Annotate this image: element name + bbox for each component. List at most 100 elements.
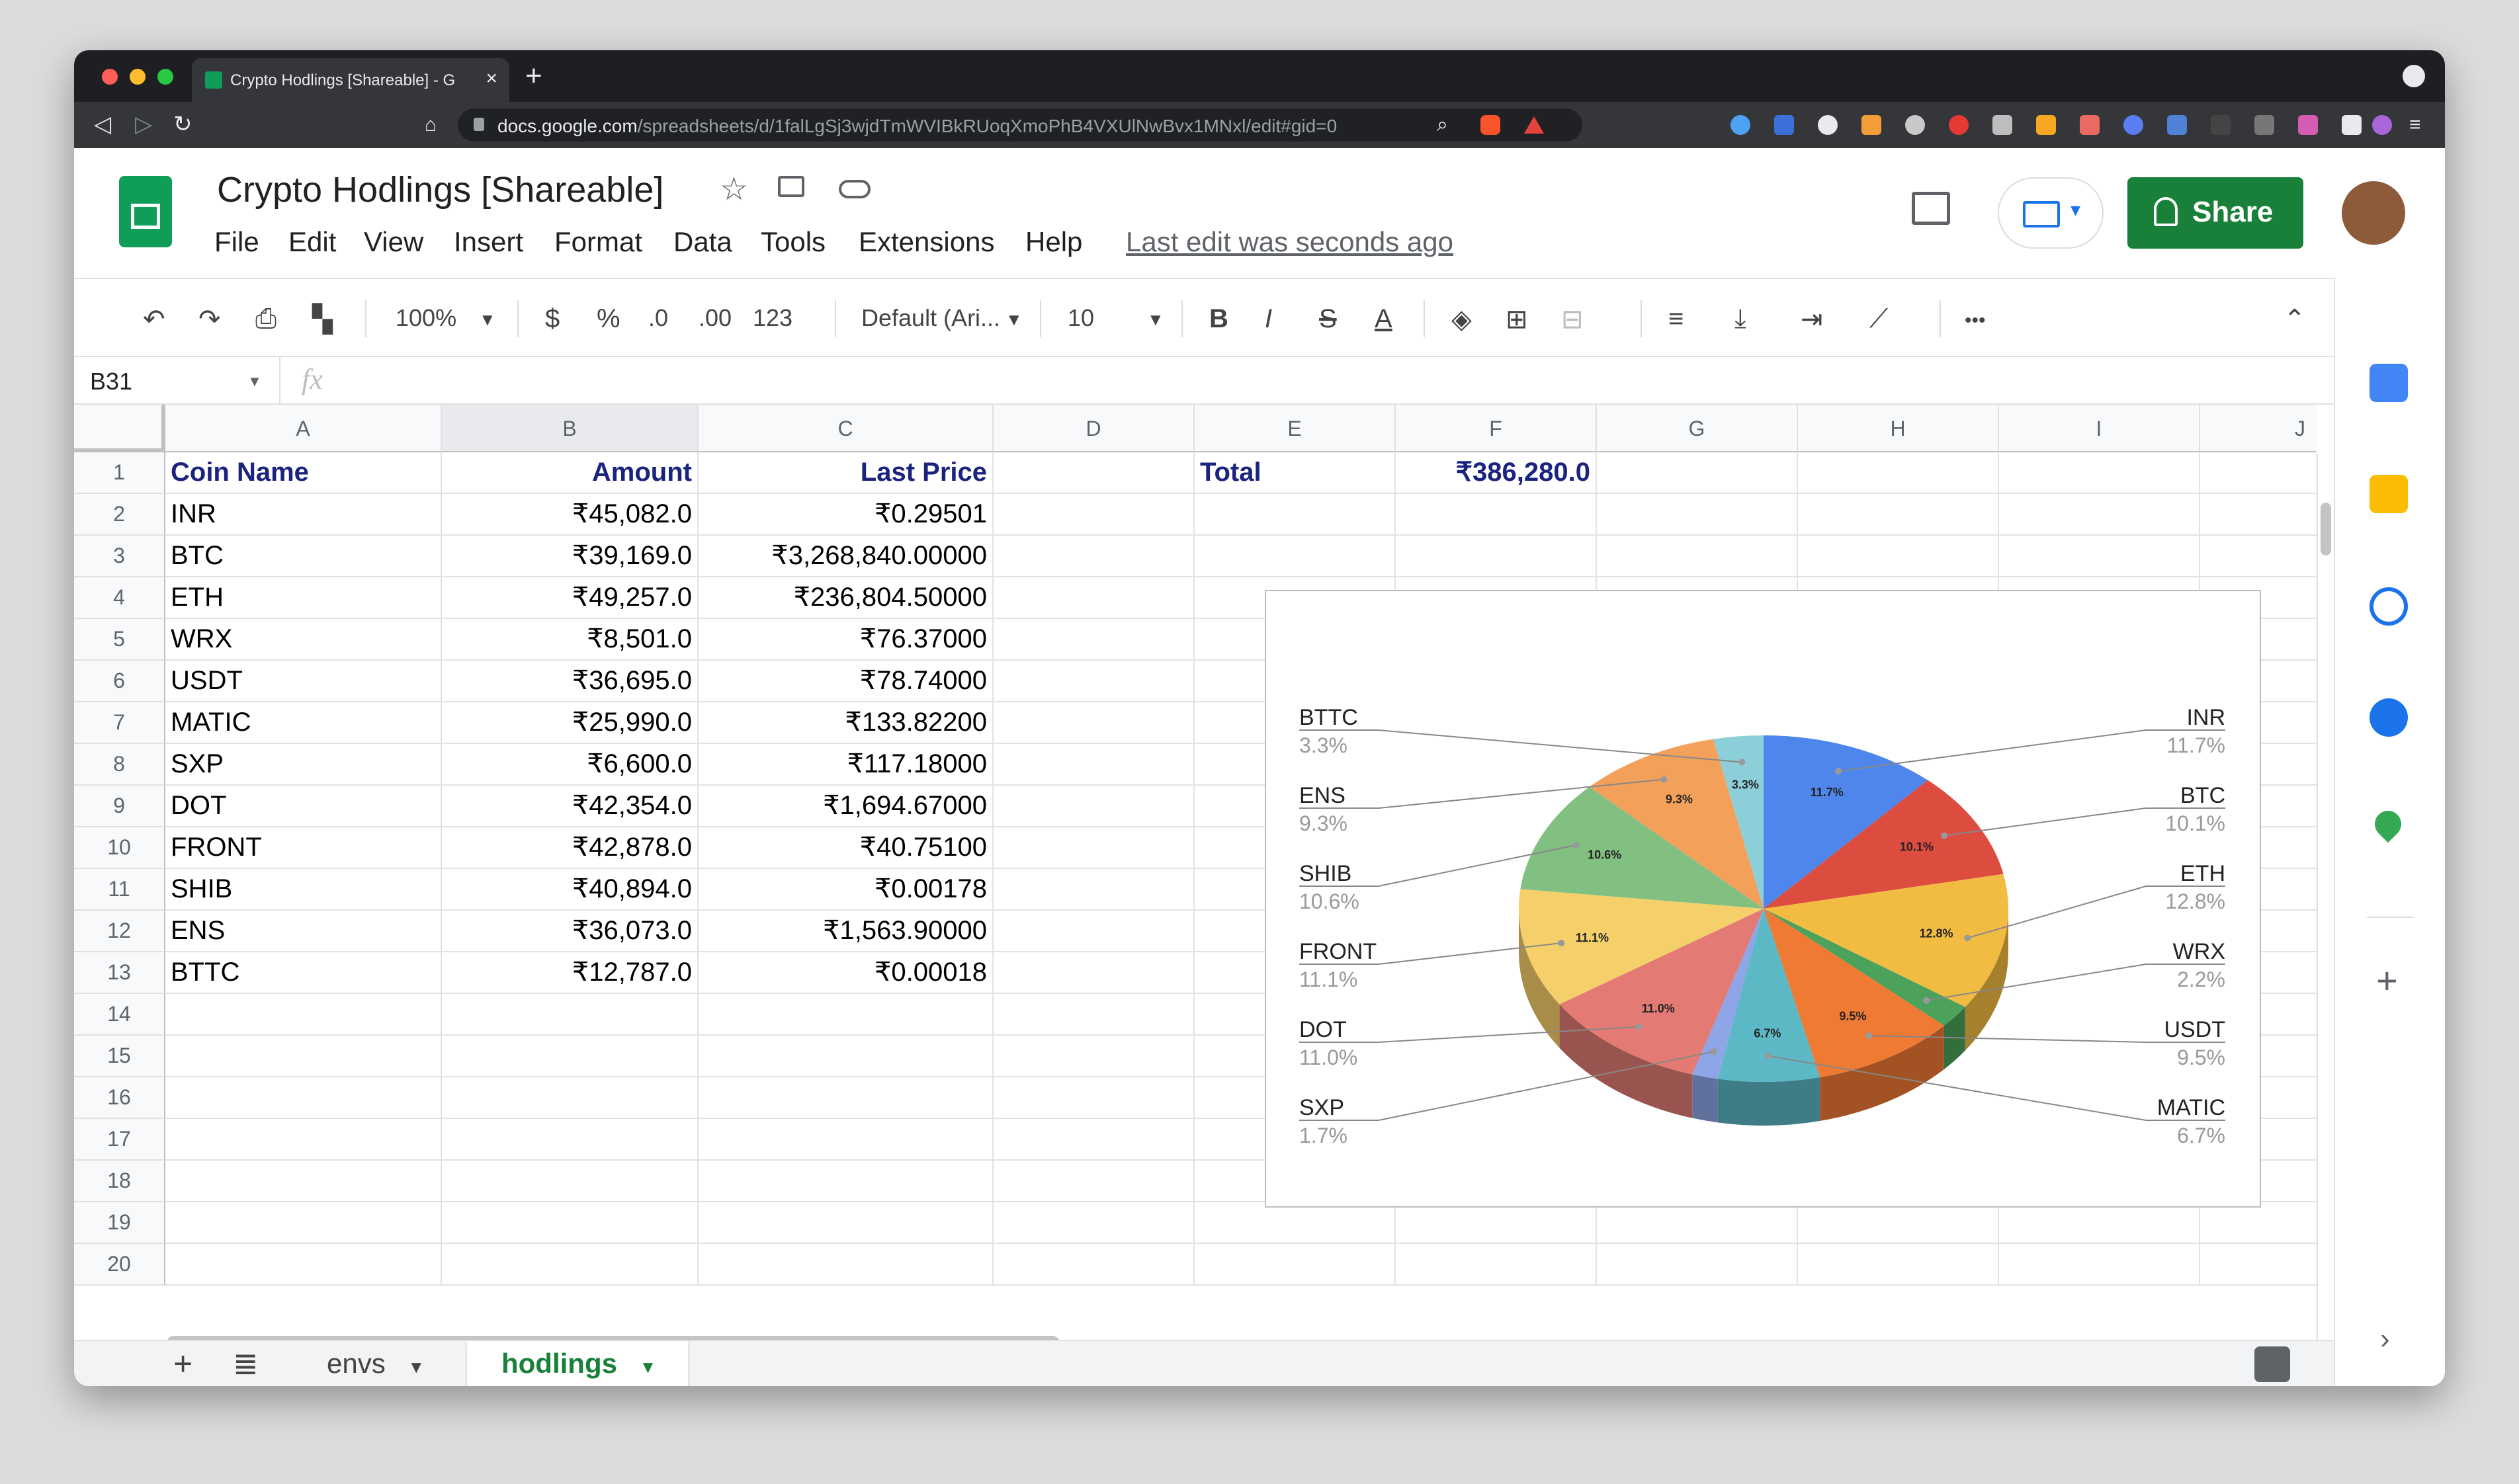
horizontal-align-icon[interactable]: ≡ <box>1668 304 1684 334</box>
price-cell[interactable]: ₹0.29501 <box>699 494 994 536</box>
price-cell[interactable]: ₹3,268,840.00000 <box>699 536 994 577</box>
cell[interactable] <box>1999 494 2200 536</box>
row-header-4[interactable]: 4 <box>74 577 165 619</box>
amount-cell[interactable]: ₹8,501.0 <box>442 619 699 661</box>
text-rotation-icon[interactable]: ⟋ <box>1869 304 1888 334</box>
price-cell[interactable]: ₹117.18000 <box>699 744 994 786</box>
cell[interactable] <box>1999 536 2200 577</box>
tab-search-icon[interactable] <box>2403 65 2425 87</box>
coin-name-cell[interactable]: SHIB <box>165 869 442 911</box>
cell[interactable] <box>994 994 1195 1036</box>
row-header-11[interactable]: 11 <box>74 869 165 911</box>
extension-12-icon[interactable] <box>2211 115 2231 135</box>
cell[interactable] <box>994 869 1195 911</box>
forward-icon[interactable]: ▷ <box>135 111 152 138</box>
amount-cell[interactable]: ₹49,257.0 <box>442 577 699 619</box>
merge-cells-icon[interactable]: ⊟ <box>1561 304 1584 335</box>
coin-name-cell[interactable]: MATIC <box>165 702 442 744</box>
cell[interactable] <box>165 1077 442 1119</box>
cell[interactable] <box>165 1161 442 1202</box>
font-chevron-icon[interactable]: ▼ <box>1005 309 1023 330</box>
cell[interactable] <box>994 1161 1195 1202</box>
zoom-window-button[interactable] <box>157 69 173 85</box>
font-family-select[interactable]: Default (Ari... <box>861 304 1000 332</box>
menu-edit[interactable]: Edit <box>288 226 336 258</box>
cell[interactable] <box>1798 1244 1999 1286</box>
redo-icon[interactable]: ↷ <box>198 304 221 335</box>
cell[interactable] <box>994 911 1195 952</box>
amount-cell[interactable]: ₹39,169.0 <box>442 536 699 577</box>
coin-name-cell[interactable]: ETH <box>165 577 442 619</box>
cell[interactable] <box>442 1161 699 1202</box>
cell[interactable] <box>165 1119 442 1161</box>
tasks-icon[interactable] <box>2370 587 2408 626</box>
menu-data[interactable]: Data <box>673 226 732 258</box>
coin-name-cell[interactable]: FRONT <box>165 827 442 869</box>
vertical-scroll-thumb[interactable] <box>2321 503 2331 556</box>
header-coin-name[interactable]: Coin Name <box>165 452 442 494</box>
price-cell[interactable]: ₹78.74000 <box>699 661 994 702</box>
paint-format-icon[interactable]: ▚ <box>312 304 333 335</box>
zoom-icon[interactable]: ⌕ <box>1437 114 1448 136</box>
cell[interactable] <box>165 994 442 1036</box>
cell[interactable] <box>994 452 1195 494</box>
contacts-icon[interactable] <box>2370 698 2408 737</box>
cell[interactable] <box>994 661 1195 702</box>
menu-file[interactable]: File <box>214 226 259 258</box>
coin-name-cell[interactable]: DOT <box>165 786 442 827</box>
formula-input[interactable] <box>359 362 2211 399</box>
cloud-status-icon[interactable] <box>839 180 871 198</box>
cell[interactable] <box>994 1244 1195 1286</box>
cell[interactable] <box>1597 494 1798 536</box>
amount-cell[interactable]: ₹45,082.0 <box>442 494 699 536</box>
all-sheets-icon[interactable]: ≣ <box>233 1341 259 1386</box>
row-header-18[interactable]: 18 <box>74 1161 165 1202</box>
back-icon[interactable]: ◁ <box>94 111 111 138</box>
cell[interactable] <box>1195 494 1396 536</box>
cell[interactable] <box>442 1077 699 1119</box>
minimize-window-button[interactable] <box>130 69 146 85</box>
cell[interactable] <box>1396 536 1597 577</box>
row-header-17[interactable]: 17 <box>74 1119 165 1161</box>
sheets-logo-icon[interactable] <box>119 176 172 247</box>
amount-cell[interactable]: ₹25,990.0 <box>442 702 699 744</box>
menu-insert[interactable]: Insert <box>454 226 523 258</box>
zoom-select[interactable]: 100% <box>396 304 456 332</box>
format-percent-button[interactable]: % <box>597 304 620 334</box>
fill-color-icon[interactable]: ◈ <box>1451 304 1472 335</box>
amount-cell[interactable]: ₹36,073.0 <box>442 911 699 952</box>
cell[interactable] <box>699 1119 994 1161</box>
cell[interactable] <box>165 1036 442 1077</box>
star-icon[interactable]: ☆ <box>720 171 748 208</box>
price-cell[interactable]: ₹236,804.50000 <box>699 577 994 619</box>
present-button[interactable]: ▾ <box>1998 177 2104 249</box>
move-folder-icon[interactable] <box>778 176 804 197</box>
row-header-15[interactable]: 15 <box>74 1036 165 1077</box>
column-header-h[interactable]: H <box>1798 405 1999 452</box>
amount-cell[interactable]: ₹12,787.0 <box>442 952 699 994</box>
add-sheet-icon[interactable]: + <box>173 1341 192 1386</box>
extension-10-icon[interactable] <box>2123 115 2143 135</box>
amount-cell[interactable]: ₹42,354.0 <box>442 786 699 827</box>
extension-7-icon[interactable] <box>1992 115 2012 135</box>
cell[interactable] <box>699 1036 994 1077</box>
cell[interactable] <box>442 1202 699 1244</box>
sheet-tab-envs[interactable]: envs ▼ <box>292 1341 456 1386</box>
total-label[interactable]: Total <box>1195 452 1396 494</box>
cell[interactable] <box>994 536 1195 577</box>
cell[interactable] <box>994 619 1195 661</box>
reload-icon[interactable]: ↻ <box>173 111 192 138</box>
bookmark-icon[interactable]: ⌂ <box>425 114 437 136</box>
italic-button[interactable]: I <box>1265 304 1272 334</box>
amount-cell[interactable]: ₹36,695.0 <box>442 661 699 702</box>
coin-name-cell[interactable]: BTC <box>165 536 442 577</box>
column-header-f[interactable]: F <box>1396 405 1597 452</box>
cell[interactable] <box>994 1119 1195 1161</box>
extension-6-icon[interactable] <box>1949 115 1969 135</box>
cell[interactable] <box>165 1244 442 1286</box>
last-edit-link[interactable]: Last edit was seconds ago <box>1126 226 1453 258</box>
extension-9-icon[interactable] <box>2080 115 2100 135</box>
format-currency-button[interactable]: $ <box>545 304 560 334</box>
cell[interactable] <box>994 744 1195 786</box>
more-tools-button[interactable]: ••• <box>1965 309 1986 332</box>
